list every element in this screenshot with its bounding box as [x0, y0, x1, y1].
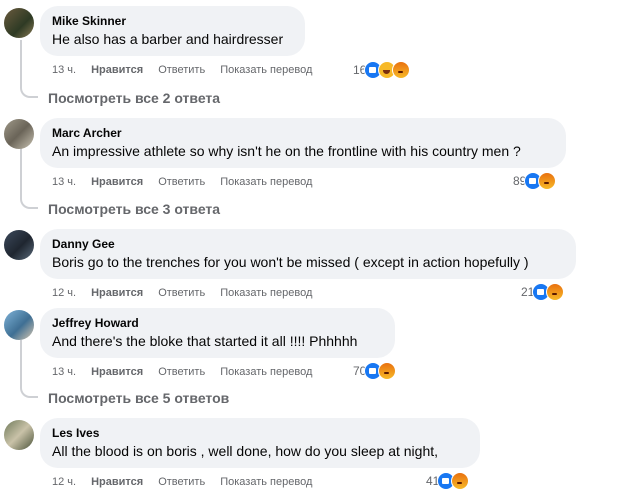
thread-elbow	[20, 195, 38, 209]
comment-author[interactable]: Jeffrey Howard	[52, 315, 383, 331]
translate-button[interactable]: Показать перевод	[220, 286, 312, 300]
thread-line	[20, 40, 22, 86]
avatar[interactable]	[4, 8, 34, 38]
like-button[interactable]: Нравится	[91, 286, 143, 300]
translate-button[interactable]: Показать перевод	[220, 475, 312, 489]
comment-text: Boris go to the trenches for you won't b…	[52, 254, 529, 270]
comment-text: And there's the bloke that started it al…	[52, 333, 358, 349]
angry-icon	[451, 472, 470, 490]
comment-author[interactable]: Mike Skinner	[52, 13, 293, 29]
comment-author[interactable]: Les Ives	[52, 425, 468, 441]
translate-button[interactable]: Показать перевод	[220, 365, 312, 379]
reaction-summary[interactable]: 21	[521, 282, 565, 302]
comment-text: An impressive athlete so why isn't he on…	[52, 143, 521, 159]
reaction-summary[interactable]: 89	[513, 171, 557, 191]
reply-button[interactable]: Ответить	[158, 365, 205, 379]
comment-bubble: Jeffrey Howard And there's the bloke tha…	[40, 308, 395, 358]
comment-time[interactable]: 13 ч.	[52, 63, 76, 77]
view-replies-link[interactable]: Посмотреть все 3 ответа	[48, 200, 220, 218]
comment-actions: 13 ч. Нравится Ответить Показать перевод	[52, 175, 327, 189]
comment-bubble: Mike Skinner He also has a barber and ha…	[40, 6, 305, 56]
like-button[interactable]: Нравится	[91, 475, 143, 489]
thread-line	[20, 340, 22, 386]
thread-elbow	[20, 384, 38, 398]
translate-button[interactable]: Показать перевод	[220, 175, 312, 189]
avatar[interactable]	[4, 310, 34, 340]
comment-bubble: Marc Archer An impressive athlete so why…	[40, 118, 566, 168]
reply-button[interactable]: Ответить	[158, 175, 205, 189]
reaction-summary[interactable]: 16	[353, 60, 411, 80]
angry-icon	[392, 61, 411, 79]
like-button[interactable]: Нравится	[91, 63, 143, 77]
view-replies-link[interactable]: Посмотреть все 5 ответов	[48, 389, 229, 407]
comment-author[interactable]: Marc Archer	[52, 125, 554, 141]
like-button[interactable]: Нравится	[91, 175, 143, 189]
comment-text: All the blood is on boris , well done, h…	[52, 443, 439, 459]
comment-time[interactable]: 12 ч.	[52, 286, 76, 300]
angry-icon	[538, 172, 557, 190]
thread-elbow	[20, 84, 38, 98]
comment-time[interactable]: 13 ч.	[52, 175, 76, 189]
reaction-summary[interactable]: 41	[426, 471, 470, 491]
comment-author[interactable]: Danny Gee	[52, 236, 564, 252]
angry-icon	[378, 362, 397, 380]
comment-actions: 12 ч. Нравится Ответить Показать перевод	[52, 286, 327, 300]
comment-actions: 13 ч. Нравится Ответить Показать перевод	[52, 365, 327, 379]
reply-button[interactable]: Ответить	[158, 63, 205, 77]
comment-actions: 13 ч. Нравится Ответить Показать перевод	[52, 63, 327, 77]
avatar[interactable]	[4, 230, 34, 260]
avatar[interactable]	[4, 420, 34, 450]
comment-bubble: Les Ives All the blood is on boris , wel…	[40, 418, 480, 468]
comment-text: He also has a barber and hairdresser	[52, 31, 284, 47]
reply-button[interactable]: Ответить	[158, 286, 205, 300]
reaction-summary[interactable]: 70	[353, 361, 397, 381]
angry-icon	[546, 283, 565, 301]
view-replies-link[interactable]: Посмотреть все 2 ответа	[48, 89, 220, 107]
comment-time[interactable]: 13 ч.	[52, 365, 76, 379]
comment-actions: 12 ч. Нравится Ответить Показать перевод	[52, 475, 327, 489]
like-button[interactable]: Нравится	[91, 365, 143, 379]
comment-bubble: Danny Gee Boris go to the trenches for y…	[40, 229, 576, 279]
avatar[interactable]	[4, 119, 34, 149]
reply-button[interactable]: Ответить	[158, 475, 205, 489]
thread-line	[20, 148, 22, 197]
comment-time[interactable]: 12 ч.	[52, 475, 76, 489]
translate-button[interactable]: Показать перевод	[220, 63, 312, 77]
